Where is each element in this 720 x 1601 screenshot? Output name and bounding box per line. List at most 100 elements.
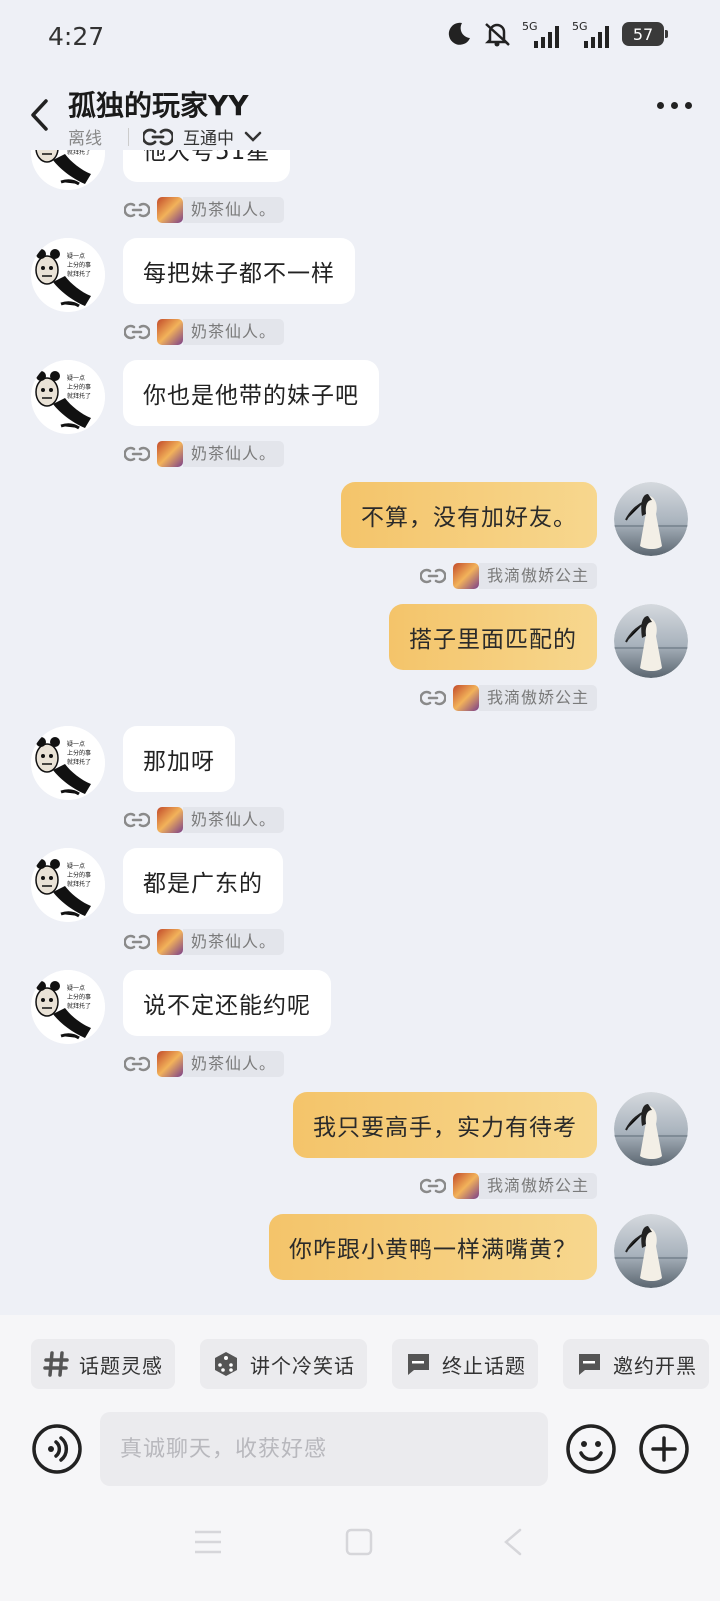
- avatar-caption-line: 疑一点: [67, 253, 86, 260]
- link-icon: [123, 806, 151, 834]
- avatar-caption-line: 上分的事: [67, 384, 92, 391]
- game-avatar-icon: [157, 441, 183, 467]
- avatar-caption-line: 疑一点: [67, 375, 86, 382]
- message-input[interactable]: [100, 1412, 548, 1486]
- game-avatar-icon: [157, 929, 183, 955]
- avatar-caption-line: 上分的事: [67, 750, 92, 757]
- message-row: 疑一点 上分的事 就拜托了 都是广东的 奶茶仙人。: [0, 848, 720, 968]
- avatar-caption-line: 就拜托了: [67, 271, 92, 278]
- game-nickname: 奶茶仙人。: [183, 319, 285, 345]
- game-avatar-icon: [452, 685, 479, 711]
- battery-icon: 57: [622, 22, 668, 46]
- link-icon: [123, 1050, 151, 1078]
- game-tag: 奶茶仙人。: [123, 440, 285, 468]
- game-nickname: 奶茶仙人。: [183, 441, 285, 467]
- signal-icon-2: 5G: [572, 20, 612, 48]
- game-avatar-icon: [157, 319, 183, 345]
- contact-avatar[interactable]: 疑一点上分的事就拜托了: [31, 726, 105, 800]
- back-icon[interactable]: [28, 98, 52, 132]
- dice-icon: [215, 1352, 237, 1376]
- message-bubble[interactable]: 都是广东的: [123, 848, 283, 914]
- chip-label: 话题灵感: [79, 1353, 163, 1378]
- my-avatar[interactable]: [614, 604, 688, 678]
- contact-avatar[interactable]: 疑一点上分的事就拜托了: [31, 970, 105, 1044]
- message-bubble[interactable]: 他大号51星: [123, 150, 291, 182]
- home-icon[interactable]: [344, 1527, 374, 1557]
- chip-label: 邀约开黑: [613, 1353, 697, 1378]
- status-time: 4:27: [48, 22, 105, 51]
- more-options-button[interactable]: [657, 102, 692, 109]
- game-tag: 我滴傲娇公主: [419, 1172, 597, 1200]
- message-icon: [407, 1354, 429, 1375]
- avatar-caption-line: 上分的事: [67, 994, 92, 1001]
- back-nav-icon[interactable]: [500, 1527, 526, 1557]
- game-avatar-icon: [157, 197, 183, 223]
- contact-avatar[interactable]: 疑一点上分的事就拜托了: [31, 150, 105, 190]
- game-avatar-icon: [157, 1051, 183, 1077]
- message-bubble[interactable]: 每把妹子都不一样: [123, 238, 355, 304]
- game-nickname: 我滴傲娇公主: [478, 563, 597, 589]
- invite-play-button[interactable]: 邀约开黑: [563, 1339, 709, 1389]
- header-subline: 离线 互通中: [68, 124, 262, 149]
- emoji-icon[interactable]: [565, 1423, 617, 1475]
- message-icon: [578, 1354, 600, 1375]
- message-bubble[interactable]: 我只要高手，实力有待考: [293, 1092, 597, 1158]
- game-tag: 奶茶仙人。: [123, 318, 285, 346]
- contact-avatar[interactable]: 疑一点上分的事就拜托了: [31, 238, 105, 312]
- quick-actions: 话题灵感 讲个冷笑话 终止话题 邀约开黑: [31, 1339, 709, 1389]
- game-nickname: 奶茶仙人。: [183, 1051, 285, 1077]
- game-avatar-icon: [157, 807, 183, 833]
- message-bubble[interactable]: 搭子里面匹配的: [389, 604, 597, 670]
- link-icon: [123, 928, 151, 956]
- status-bar: 4:27 5G 5G 57: [0, 0, 720, 80]
- message-row: 你咋跟小黄鸭一样满嘴黄？: [0, 1214, 720, 1315]
- game-tag: 奶茶仙人。: [123, 806, 285, 834]
- message-bubble[interactable]: 那加呀: [123, 726, 235, 792]
- avatar-caption-line: 就拜托了: [67, 393, 92, 400]
- game-tag: 奶茶仙人。: [123, 1050, 285, 1078]
- contact-name: 孤独的玩家YY: [68, 89, 249, 122]
- cold-joke-button[interactable]: 讲个冷笑话: [200, 1339, 367, 1389]
- message-bubble[interactable]: 不算，没有加好友。: [341, 482, 597, 548]
- link-icon: [123, 196, 151, 224]
- interop-mode[interactable]: 互通中: [183, 124, 234, 149]
- chevron-down-icon[interactable]: [244, 131, 262, 143]
- link-icon: [419, 684, 447, 712]
- menu-icon[interactable]: [192, 1527, 224, 1557]
- contact-avatar[interactable]: 疑一点上分的事就拜托了: [31, 360, 105, 434]
- link-icon: [419, 1172, 447, 1200]
- message-bubble[interactable]: 你也是他带的妹子吧: [123, 360, 379, 426]
- contact-avatar[interactable]: 疑一点上分的事就拜托了: [31, 848, 105, 922]
- moon-icon: [448, 22, 470, 45]
- divider: [128, 127, 129, 146]
- voice-input-icon[interactable]: [31, 1423, 83, 1475]
- message-bubble[interactable]: 你咋跟小黄鸭一样满嘴黄？: [269, 1214, 597, 1280]
- message-row: 不算，没有加好友。我滴傲娇公主: [0, 482, 720, 602]
- message-row: 搭子里面匹配的我滴傲娇公主: [0, 604, 720, 724]
- game-nickname: 我滴傲娇公主: [478, 685, 597, 711]
- message-bubble[interactable]: 说不定还能约呢: [123, 970, 331, 1036]
- avatar-caption-line: 就拜托了: [67, 1003, 92, 1010]
- message-row: 疑一点 上分的事 就拜托了 每把妹子都不一样 奶茶仙人。: [0, 238, 720, 358]
- my-avatar[interactable]: [614, 1092, 688, 1166]
- game-nickname: 我滴傲娇公主: [478, 1173, 597, 1199]
- game-tag: 奶茶仙人。: [123, 196, 285, 224]
- topic-inspiration-button[interactable]: 话题灵感: [31, 1339, 175, 1389]
- message-list: 疑一点上分的事就拜托了他大号51星奶茶仙人。疑一点上分的事就拜托了每把妹子都不一…: [0, 150, 720, 1315]
- chat-header: 孤独的玩家YY 离线 互通中: [0, 80, 720, 150]
- end-topic-button[interactable]: 终止话题: [392, 1339, 538, 1389]
- game-avatar-icon: [452, 1173, 479, 1199]
- my-avatar[interactable]: [614, 482, 688, 556]
- avatar-caption-line: 上分的事: [67, 262, 92, 269]
- avatar-caption-line: 上分的事: [67, 872, 92, 879]
- link-icon: [123, 440, 151, 468]
- avatar-caption-line: 就拜托了: [67, 881, 92, 888]
- link-icon: [143, 128, 173, 145]
- message-row: 我只要高手，实力有待考我滴傲娇公主: [0, 1092, 720, 1212]
- message-row: 疑一点 上分的事 就拜托了 说不定还能约呢 奶茶仙人。: [0, 970, 720, 1090]
- my-avatar[interactable]: [614, 1214, 688, 1288]
- status-icons: 5G 5G 57: [446, 20, 668, 48]
- chip-label: 终止话题: [442, 1353, 526, 1378]
- link-icon: [123, 318, 151, 346]
- add-icon[interactable]: [638, 1423, 690, 1475]
